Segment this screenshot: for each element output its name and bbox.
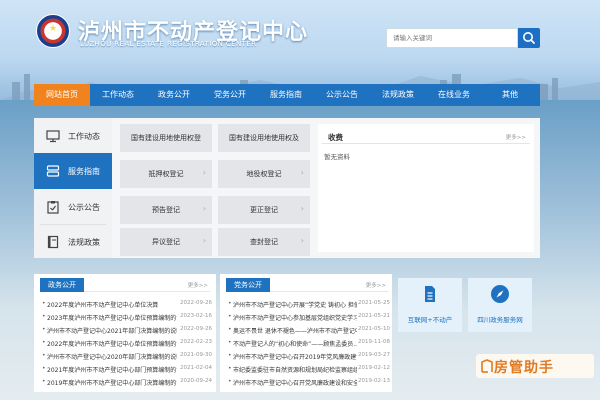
service-button[interactable]: 国有建设用地使用权及 (218, 124, 310, 152)
watermark-text: 房管助手 (494, 360, 554, 376)
party-public-more-link[interactable]: 更多>> (366, 281, 386, 289)
fee-panel-header: 收费 更多>> (322, 128, 530, 144)
site-logo[interactable]: ★ (36, 14, 70, 48)
list-item[interactable]: • 2021年度泸州市不动产登记中心部门预算编制的说 2021-02-04 (42, 365, 212, 375)
clipboard-icon (46, 200, 60, 214)
sidebar-item-notices[interactable]: 公示公告 (34, 189, 112, 225)
house-icon (480, 358, 494, 374)
compass-icon (490, 284, 510, 304)
gov-public-card: 政务公开 更多>> • 2022年度泸州市不动产登记中心单位决算 2022-09-2… (34, 274, 216, 392)
fee-more-link[interactable]: 更多>> (506, 133, 526, 141)
card-header: 党务公开 更多>> (226, 278, 388, 292)
gov-public-title: 政务公开 (40, 278, 84, 292)
sidebar-item-regulations[interactable]: 法规政策 (34, 224, 112, 260)
nav-item-other[interactable]: 其他 (482, 84, 538, 106)
chevron-right-icon: › (202, 168, 206, 177)
service-button[interactable]: 抵押权登记 › (120, 160, 212, 188)
list-item[interactable]: • 泸州市不动产登记中心召开党风廉政建设和安全保 2019-02-13 (228, 378, 390, 388)
site-subtitle: LUZHOU REAL ESTATE REGISTRATION CENTER (80, 40, 257, 48)
list-item[interactable]: • 2022年度泸州市不动产登记中心单位预算编制的说 2022-02-23 (42, 339, 212, 349)
chevron-right-icon: › (300, 168, 304, 177)
list-item[interactable]: • 泸州市不动产登记中心参加基层党组织党史学习教 2021-05-21 (228, 313, 390, 323)
list-item[interactable]: • 市纪委监委驻市自然资源和规划局纪检监察组组县 2019-02-12 (228, 365, 390, 375)
layers-icon (46, 164, 60, 178)
logo-star-icon: ★ (49, 24, 58, 34)
fee-empty-text: 暂无资料 (324, 153, 350, 161)
service-link-label: 四川政务服务网 (477, 316, 523, 324)
main-nav: 网站首页 工作动态 政务公开 党务公开 服务指南 公示公告 法规政策 在线业务 … (34, 84, 540, 106)
service-link-label: 互联网+不动产 (407, 316, 453, 324)
sidebar: 工作动态 服务指南 公示公告 法规政策 (34, 118, 112, 258)
fee-panel-title: 收费 (328, 133, 343, 142)
service-button[interactable]: 查封登记 › (218, 228, 310, 256)
nav-item-regulations[interactable]: 法规政策 (370, 84, 426, 106)
book-icon (46, 235, 60, 249)
chevron-right-icon: › (300, 236, 304, 245)
sidebar-item-work-news[interactable]: 工作动态 (34, 118, 112, 154)
list-item[interactable]: • 泸州市不动产登记中心召开2019年党风廉政建设工 2019-03-27 (228, 352, 390, 362)
chevron-right-icon: › (300, 204, 304, 213)
sidebar-item-service-guide[interactable]: 服务指南 (34, 153, 112, 189)
nav-item-notices[interactable]: 公示公告 (314, 84, 370, 106)
list-item[interactable]: • 2019年度泸州市不动产登记中心部门决算编制的说 2020-09-24 (42, 378, 212, 388)
list-item[interactable]: • 2022年度泸州市不动产登记中心单位决算 2022-09-26 (42, 300, 212, 310)
service-button[interactable]: 异议登记 › (120, 228, 212, 256)
sidebar-item-label: 服务指南 (68, 166, 100, 176)
service-button[interactable]: 国有建设用地使用权登 (120, 124, 212, 152)
service-link-sichuan-gov[interactable]: 四川政务服务网 (468, 278, 532, 332)
sidebar-item-label: 工作动态 (68, 131, 100, 141)
nav-item-work-news[interactable]: 工作动态 (90, 84, 146, 106)
search-button[interactable] (518, 28, 540, 48)
list-item[interactable]: • 泸州市不动产登记中心2021年部门决算编制的说明 2022-09-26 (42, 326, 212, 336)
nav-item-online-services[interactable]: 在线业务 (426, 84, 482, 106)
list-item[interactable]: • 奥运不畏世 退休不褪色——泸州市不动产登记中 2021-05-10 (228, 326, 390, 336)
nav-item-home[interactable]: 网站首页 (34, 84, 90, 106)
nav-item-gov-public[interactable]: 政务公开 (146, 84, 202, 106)
nav-item-party-public[interactable]: 党务公开 (202, 84, 258, 106)
list-item[interactable]: • 不动产登记人的“初心和使命”——顾焦孟委员... 2019-11-08 (228, 339, 390, 349)
service-button[interactable]: 地役权登记 › (218, 160, 310, 188)
service-link-internet-real-estate[interactable]: 互联网+不动产 (398, 278, 462, 332)
chevron-right-icon: › (202, 204, 206, 213)
sidebar-item-label: 法规政策 (68, 237, 100, 247)
main-panel: 工作动态 服务指南 公示公告 法规政策 国有建设用地使用权登 国有建设用地使用权… (34, 118, 540, 258)
nav-item-service-guide[interactable]: 服务指南 (258, 84, 314, 106)
search-input[interactable] (387, 29, 517, 47)
party-public-title: 党务公开 (226, 278, 270, 292)
search-box (386, 28, 518, 48)
gov-public-more-link[interactable]: 更多>> (188, 281, 208, 289)
watermark-badge: 房管助手 (476, 354, 594, 378)
party-public-card: 党务公开 更多>> • 泸州市不动产登记中心开展“学党史 铸初心 担使 2021-0… (220, 274, 392, 392)
list-item[interactable]: • 泸州市不动产登记中心开展“学党史 铸初心 担使 2021-05-25 (228, 300, 390, 310)
service-button[interactable]: 预告登记 › (120, 196, 212, 224)
sidebar-item-label: 公示公告 (68, 202, 100, 212)
list-item[interactable]: • 2023年度泸州市不动产登记中心单位预算编制的说 2023-02-16 (42, 313, 212, 323)
document-icon (420, 284, 440, 304)
list-item[interactable]: • 泸州市不动产登记中心2020年部门决算编制的说明 2021-09-30 (42, 352, 212, 362)
monitor-icon (46, 129, 60, 143)
fee-panel: 收费 更多>> 暂无资料 (318, 124, 534, 252)
search-icon (523, 32, 535, 44)
card-header: 政务公开 更多>> (40, 278, 210, 292)
service-button[interactable]: 更正登记 › (218, 196, 310, 224)
chevron-right-icon: › (202, 236, 206, 245)
